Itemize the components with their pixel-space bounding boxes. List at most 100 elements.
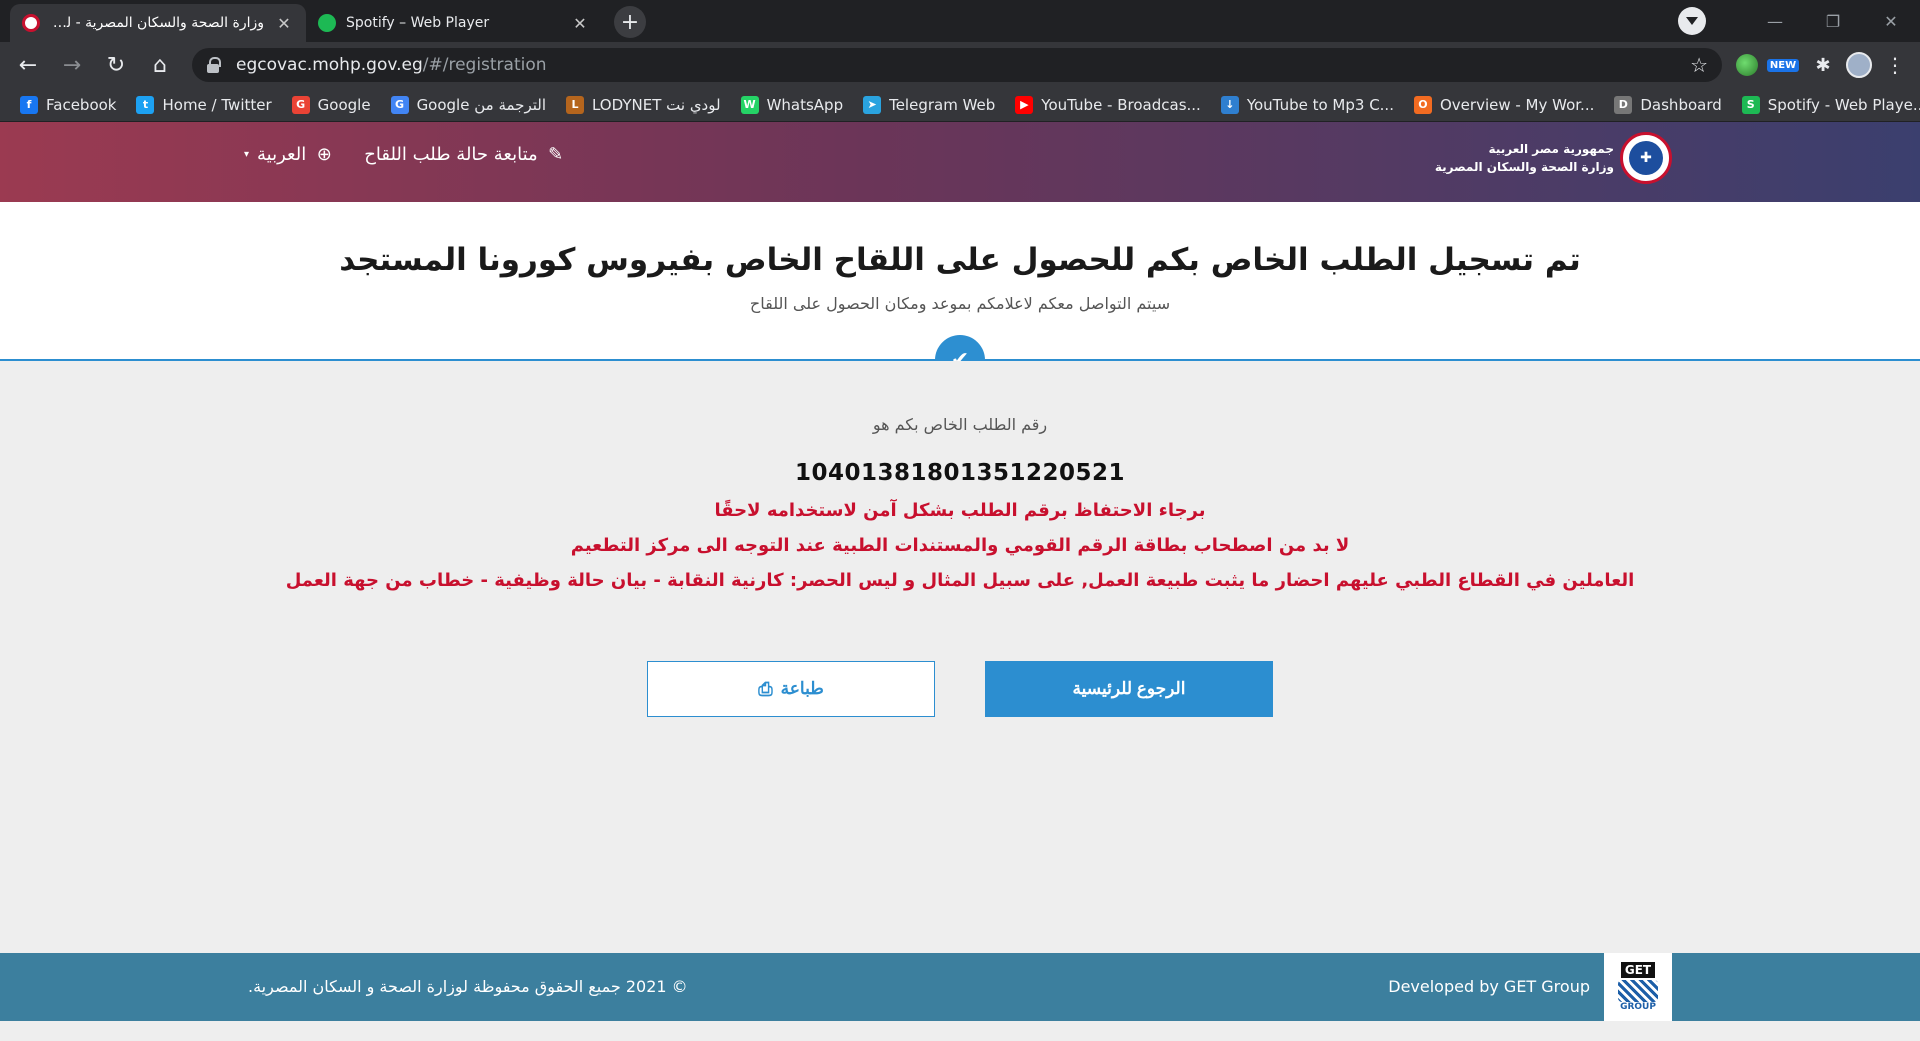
brand-line-2: وزارة الصحة والسكان المصرية	[1434, 160, 1614, 174]
minimize-button[interactable]: —	[1746, 12, 1804, 31]
ministry-logo-icon: ✚	[1620, 132, 1672, 184]
printer-icon: ⎙	[758, 678, 773, 699]
media-control-icon[interactable]	[1678, 7, 1706, 35]
address-bar[interactable]: egcovac.mohp.gov.eg/#/registration ☆	[192, 48, 1722, 82]
track-request-label: متابعة حالة طلب اللقاح	[364, 144, 538, 165]
tab-title: Spotify – Web Player	[346, 15, 490, 31]
brand-line-1: جمهورية مصر العربية	[1488, 142, 1614, 156]
extension-globe-icon[interactable]	[1736, 54, 1758, 76]
track-request-link[interactable]: ✎ متابعة حالة طلب اللقاح	[364, 144, 565, 165]
request-number-label: رقم الطلب الخاص بكم هو	[872, 415, 1048, 434]
bookmark-label: YouTube - Broadcas...	[1041, 95, 1201, 114]
restore-button[interactable]: ❐	[1804, 12, 1862, 31]
bookmark-overview[interactable]: O Overview - My Wor...	[1406, 91, 1602, 119]
home-icon[interactable]: ⌂	[142, 47, 178, 83]
back-arrow-icon[interactable]: ←	[10, 47, 46, 83]
print-button[interactable]: طباعة ⎙	[647, 661, 935, 717]
new-tab-button[interactable]: +	[614, 6, 646, 38]
bookmark-label: Google الترجمة من	[416, 95, 546, 114]
telegram-icon: ➤	[863, 95, 882, 114]
action-buttons: الرجوع للرئيسية طباعة ⎙	[0, 661, 1920, 717]
brand-text: جمهورية مصر العربية وزارة الصحة والسكان …	[1435, 140, 1614, 176]
get-logo-top: GET	[1620, 962, 1656, 978]
tab-close-icon[interactable]: ✕	[274, 14, 294, 33]
whatsapp-icon: W	[740, 95, 759, 114]
lodynet-icon: L	[565, 95, 584, 114]
edit-note-icon: ✎	[548, 144, 564, 165]
ministry-brand[interactable]: ✚ جمهورية مصر العربية وزارة الصحة والسكا…	[1435, 132, 1672, 184]
spotify-favicon-icon	[318, 14, 336, 32]
page-title: تم تسجيل الطلب الخاص بكم للحصول على اللق…	[339, 242, 1581, 278]
overview-icon: O	[1413, 95, 1432, 114]
dashboard-icon: D	[1614, 95, 1633, 114]
browser-tab-mohp[interactable]: وزارة الصحة والسكان المصرية - لقاح ✕	[10, 4, 306, 42]
request-number: 10401381801351220521	[794, 460, 1126, 486]
bookmark-label: Facebook	[46, 95, 117, 114]
bookmark-label: Dashboard	[1640, 95, 1722, 114]
bookmark-whatsapp[interactable]: W WhatsApp	[733, 91, 852, 119]
mohp-favicon-icon	[22, 14, 40, 32]
request-details: رقم الطلب الخاص بكم هو 10401381801351220…	[0, 361, 1920, 953]
language-selector[interactable]: ⊕ العربية ▾	[244, 144, 334, 165]
bookmark-twitter[interactable]: t Home / Twitter	[128, 91, 279, 119]
bookmark-star-icon[interactable]: ☆	[1690, 53, 1708, 77]
notice-keep-number: برجاء الاحتفاظ برقم الطلب بشكل آمن لاستخ…	[714, 500, 1206, 521]
url-path: /#/registration	[422, 55, 547, 75]
site-footer: © 2021 جميع الحقوق محفوظة لوزارة الصحة و…	[0, 953, 1920, 1021]
google-translate-icon: G	[390, 95, 409, 114]
bookmark-label: LODYNET لودي نت	[591, 95, 721, 114]
forward-arrow-icon[interactable]: →	[54, 47, 90, 83]
tab-title: وزارة الصحة والسكان المصرية - لقاح	[50, 15, 264, 31]
back-home-button[interactable]: الرجوع للرئيسية	[985, 661, 1273, 717]
bookmarks-bar: f Facebook t Home / Twitter G Google G Google ا…	[0, 88, 1920, 122]
chevron-down-icon: ▾	[244, 149, 250, 160]
window-controls: — ❐ ✕	[1678, 0, 1920, 42]
site-header: ✚ جمهورية مصر العربية وزارة الصحة والسكا…	[0, 122, 1920, 202]
tab-close-icon[interactable]: ✕	[570, 14, 590, 33]
youtube-icon: ▶	[1015, 95, 1034, 114]
get-logo-globe-icon	[1618, 980, 1658, 1002]
get-group-logo[interactable]: GET GROUP	[1604, 953, 1672, 1021]
bookmark-label: Google	[317, 95, 371, 114]
copyright-text: © 2021 جميع الحقوق محفوظة لوزارة الصحة و…	[248, 977, 688, 996]
lock-icon[interactable]	[206, 57, 221, 73]
bookmark-label: YouTube to Mp3 C...	[1246, 95, 1394, 114]
bookmark-label: Spotify - Web Playe...	[1767, 95, 1920, 114]
notice-bring-id: لا بد من اصطحاب بطاقة الرقم القومي والمس…	[570, 535, 1350, 556]
download-icon: ↓	[1220, 95, 1239, 114]
globe-icon: ⊕	[316, 144, 332, 165]
bookmark-download[interactable]: ↓ YouTube to Mp3 C...	[1213, 91, 1402, 119]
bookmark-label: WhatsApp	[766, 95, 844, 114]
google-icon: G	[291, 95, 310, 114]
bookmark-telegram[interactable]: ➤ Telegram Web	[855, 91, 1003, 119]
bookmark-label: Telegram Web	[889, 95, 996, 114]
extensions-puzzle-icon[interactable]: ✱	[1808, 50, 1838, 80]
bookmark-label: Overview - My Wor...	[1439, 95, 1595, 114]
bookmark-google[interactable]: G Google	[284, 91, 379, 119]
close-window-button[interactable]: ✕	[1862, 12, 1920, 31]
header-nav: ✎ متابعة حالة طلب اللقاح ⊕ العربية ▾	[244, 144, 566, 165]
bookmark-youtube[interactable]: ▶ YouTube - Broadcas...	[1007, 91, 1209, 119]
spotify-icon: S	[1741, 95, 1760, 114]
get-logo-bottom: GROUP	[1620, 1002, 1656, 1012]
language-label: العربية	[257, 144, 307, 165]
notice-medical-workers: العاملين في القطاع الطبي عليهم احضار ما …	[285, 570, 1635, 591]
reload-icon[interactable]: ↻	[98, 47, 134, 83]
print-button-label: طباعة	[780, 679, 824, 698]
twitter-icon: t	[136, 95, 155, 114]
bookmark-spotify[interactable]: S Spotify - Web Playe...	[1734, 91, 1920, 119]
url-host: egcovac.mohp.gov.eg	[236, 55, 423, 75]
developer-credit: Developed by GET Group	[1388, 977, 1590, 996]
page-subtitle: سيتم التواصل معكم لاعلامكم بموعد ومكان ا…	[749, 294, 1171, 313]
extension-new-icon[interactable]: NEW	[1766, 50, 1800, 80]
bookmark-facebook[interactable]: f Facebook	[12, 91, 124, 119]
browser-tabbar: وزارة الصحة والسكان المصرية - لقاح ✕ Spo…	[0, 0, 1920, 42]
bookmark-lodynet[interactable]: L LODYNET لودي نت	[558, 91, 729, 119]
bookmark-label: Home / Twitter	[162, 95, 272, 114]
browser-tab-spotify[interactable]: Spotify – Web Player ✕	[306, 4, 602, 42]
profile-avatar[interactable]	[1846, 52, 1872, 78]
bookmark-dashboard[interactable]: D Dashboard	[1606, 91, 1729, 119]
browser-menu-icon[interactable]: ⋮	[1880, 50, 1910, 80]
facebook-icon: f	[20, 95, 38, 114]
bookmark-google-translate[interactable]: G Google الترجمة من	[383, 91, 554, 119]
